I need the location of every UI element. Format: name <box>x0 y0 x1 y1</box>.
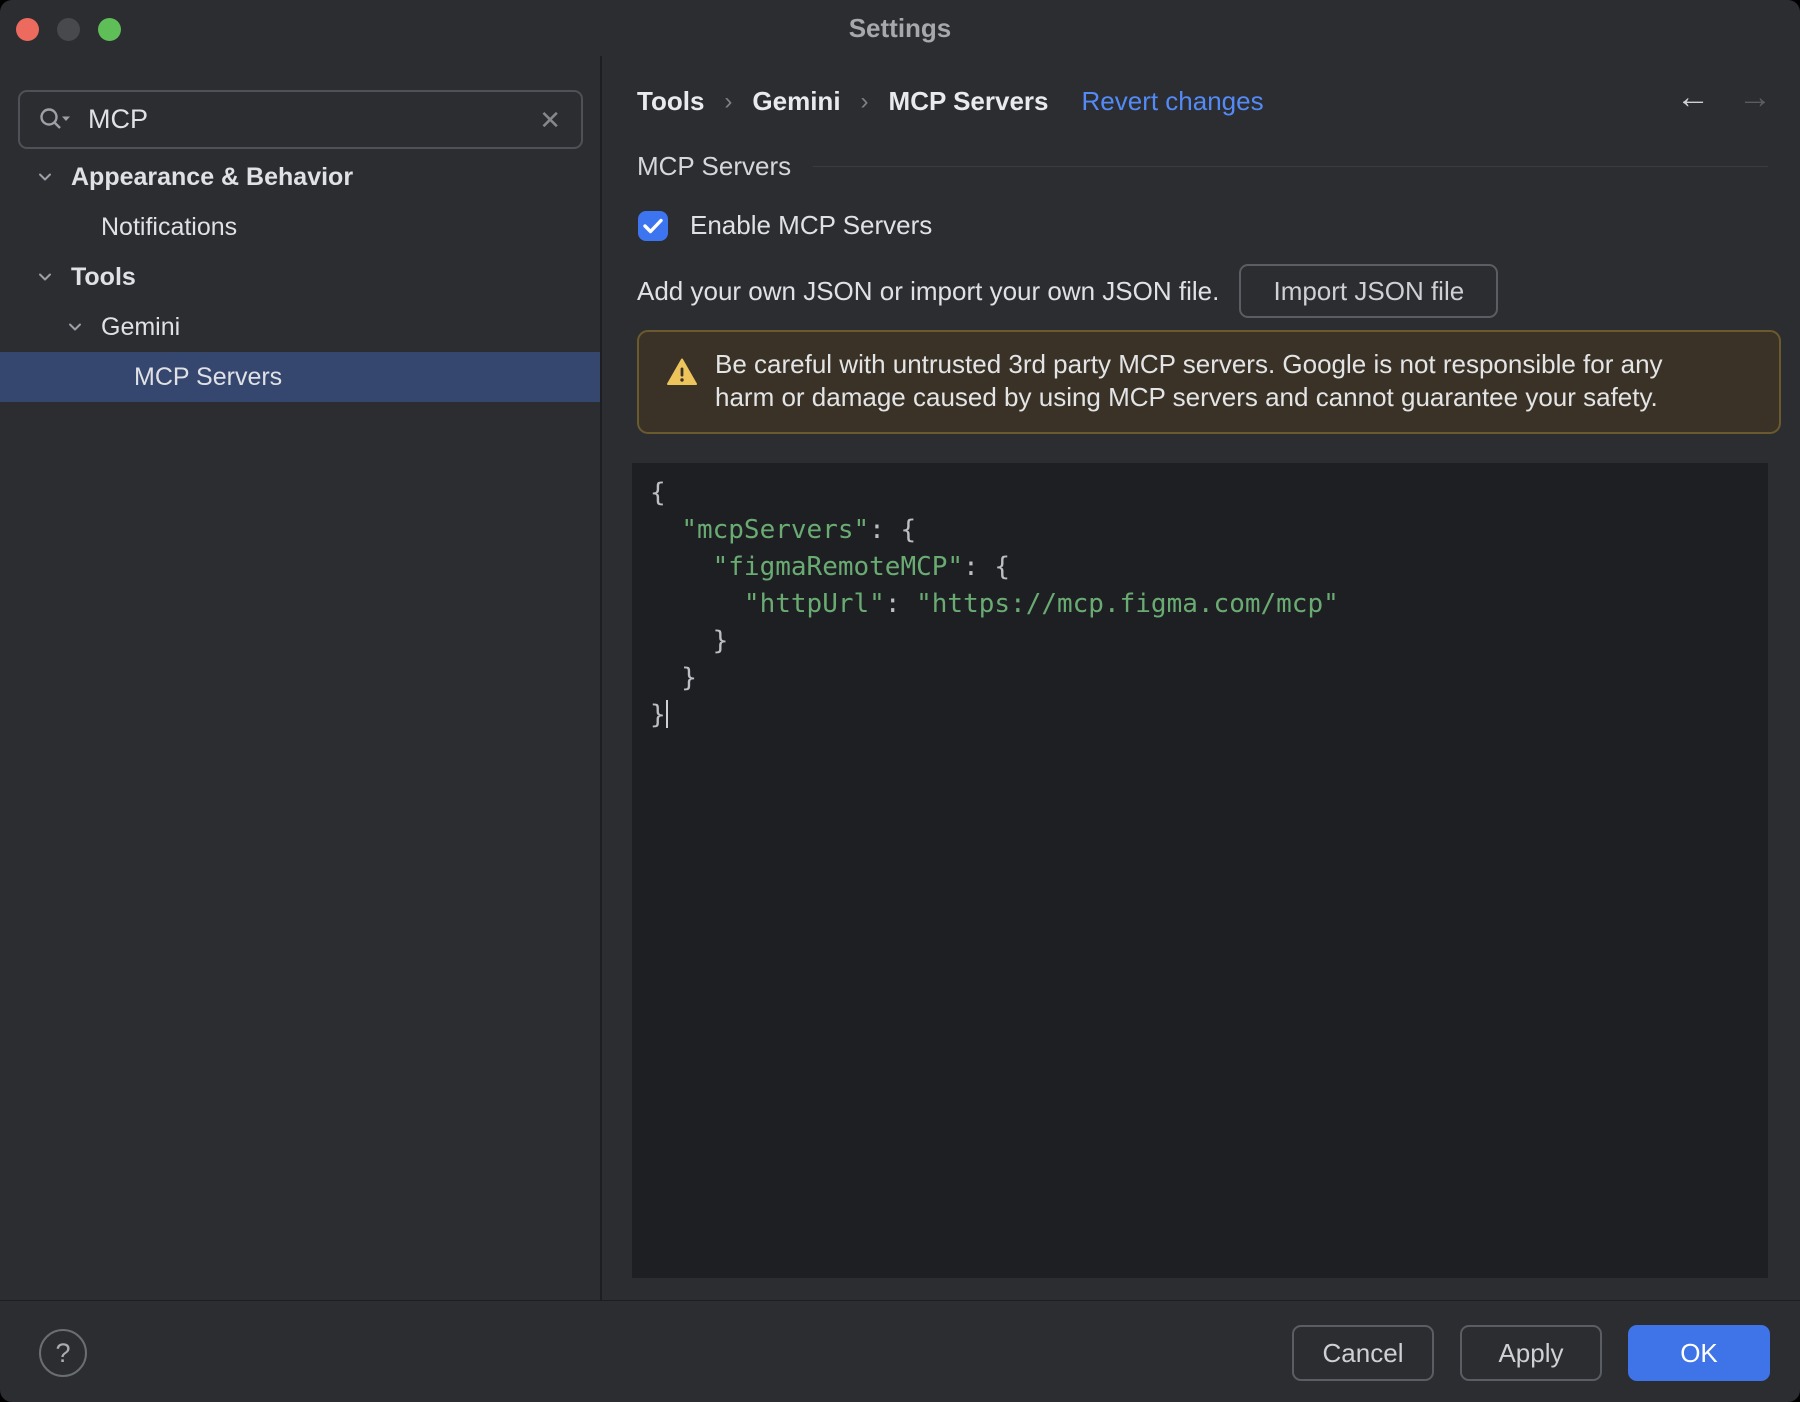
code-punctuation: } <box>650 626 729 656</box>
sidebar-item-mcp-servers[interactable]: MCP Servers <box>0 352 600 402</box>
breadcrumb-item-gemini[interactable]: Gemini <box>752 86 840 117</box>
sidebar-item-label: Tools <box>71 262 136 291</box>
sidebar-item-label: Notifications <box>101 212 238 241</box>
chevron-down-icon[interactable] <box>62 314 88 340</box>
ok-button[interactable]: OK <box>1628 1325 1770 1381</box>
checkmark-icon <box>643 218 663 233</box>
code-punctuation <box>650 589 744 619</box>
breadcrumb-separator: › <box>860 87 869 115</box>
breadcrumb-separator: › <box>724 87 733 115</box>
back-arrow-icon[interactable]: ← <box>1676 78 1710 117</box>
search-input[interactable]: MCP ✕ <box>18 90 583 149</box>
warning-icon <box>667 358 697 414</box>
footer-bar: ? Cancel Apply OK <box>0 1300 1800 1402</box>
code-line: } <box>650 623 1768 660</box>
breadcrumb-item-tools[interactable]: Tools <box>637 86 704 117</box>
settings-window: Settings MCP ✕ Appearance & Behavior Noti… <box>0 0 1800 1402</box>
clear-search-icon[interactable]: ✕ <box>539 107 561 133</box>
import-json-button[interactable]: Import JSON file <box>1239 264 1499 318</box>
section-title: MCP Servers <box>637 151 792 181</box>
code-string: "mcpServers" <box>681 515 870 545</box>
text-cursor <box>665 700 668 728</box>
code-line: "httpUrl": "https://mcp.figma.com/mcp" <box>650 586 1768 623</box>
code-punctuation <box>650 515 681 545</box>
code-punctuation: : <box>884 589 917 619</box>
apply-button[interactable]: Apply <box>1460 1325 1602 1381</box>
settings-tree: Appearance & Behavior Notifications Tools G… <box>0 152 600 402</box>
code-punctuation: } <box>650 700 666 730</box>
main-panel: Tools › Gemini › MCP Servers Revert changes … <box>602 56 1800 1300</box>
section-divider <box>813 166 1768 167</box>
code-string: "httpUrl" <box>743 589 885 619</box>
section-header: MCP Servers <box>637 151 1768 182</box>
sidebar-item-label: MCP Servers <box>134 362 283 391</box>
code-punctuation <box>650 552 713 582</box>
breadcrumb-item-mcp-servers[interactable]: MCP Servers <box>889 86 1049 117</box>
forward-arrow-icon: → <box>1738 78 1772 116</box>
code-line: "figmaRemoteMCP": { <box>650 549 1768 586</box>
code-line: { <box>650 475 1768 512</box>
warning-text: Be careful with untrusted 3rd party MCP … <box>715 349 1663 412</box>
code-string: "https://mcp.figma.com/mcp" <box>916 589 1339 619</box>
revert-changes-link[interactable]: Revert changes <box>1082 86 1264 117</box>
code-string: "figmaRemoteMCP" <box>712 552 964 582</box>
chevron-down-icon[interactable] <box>32 264 58 290</box>
breadcrumb: Tools › Gemini › MCP Servers Revert changes <box>637 86 1264 117</box>
warning-banner: Be careful with untrusted 3rd party MCP … <box>637 330 1781 434</box>
sidebar-item-label: Gemini <box>101 312 181 341</box>
title-bar: Settings <box>0 0 1800 56</box>
cancel-button[interactable]: Cancel <box>1292 1325 1434 1381</box>
sidebar-item-appearance-behavior[interactable]: Appearance & Behavior <box>0 152 600 202</box>
code-line: } <box>650 697 1768 734</box>
code-punctuation: { <box>650 478 666 508</box>
help-button[interactable]: ? <box>39 1329 87 1377</box>
code-punctuation: : { <box>963 552 1011 582</box>
import-instruction: Add your own JSON or import your own JSO… <box>637 275 1220 306</box>
settings-sidebar: MCP ✕ Appearance & Behavior Notifications… <box>0 56 600 1300</box>
search-value: MCP <box>88 104 148 134</box>
json-editor[interactable]: { "mcpServers": { "figmaRemoteMCP": { "h… <box>632 463 1768 1278</box>
breadcrumb-items: Tools › Gemini › MCP Servers <box>637 86 1049 117</box>
code-line: "mcpServers": { <box>650 512 1768 549</box>
sidebar-item-gemini[interactable]: Gemini <box>0 302 600 352</box>
search-icon[interactable] <box>38 106 72 134</box>
code-punctuation: : { <box>869 515 917 545</box>
code-punctuation: } <box>650 663 697 693</box>
sidebar-item-label: Appearance & Behavior <box>71 162 354 191</box>
code-line: } <box>650 660 1768 697</box>
sidebar-item-tools[interactable]: Tools <box>0 252 600 302</box>
window-title: Settings <box>848 13 952 43</box>
enable-mcp-label: Enable MCP Servers <box>690 210 933 240</box>
enable-mcp-checkbox[interactable] <box>638 210 668 241</box>
chevron-down-icon[interactable] <box>32 164 58 190</box>
sidebar-item-notifications[interactable]: Notifications <box>0 202 600 252</box>
